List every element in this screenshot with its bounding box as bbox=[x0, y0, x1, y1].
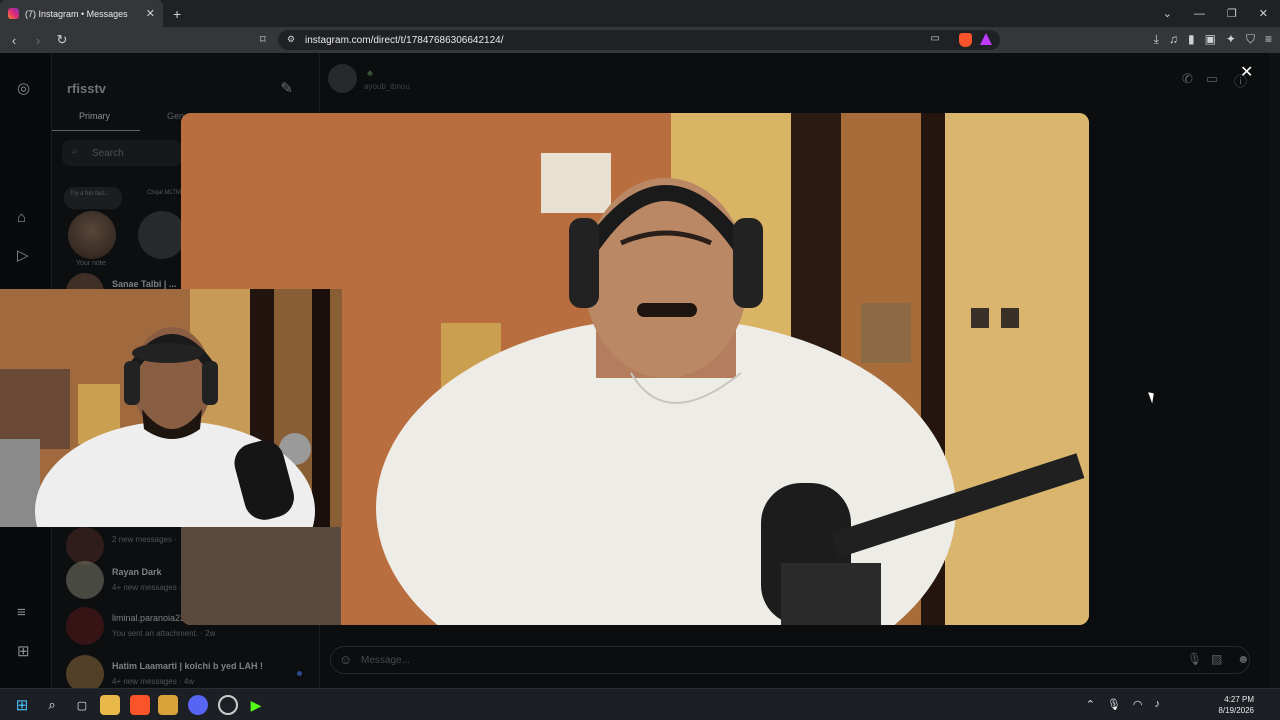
wifi-icon[interactable]: ◠ bbox=[1133, 698, 1143, 711]
scrollbar[interactable] bbox=[1269, 53, 1280, 688]
task-view-icon[interactable]: ▢ bbox=[72, 695, 92, 715]
clock[interactable]: 4:27 PM 8/19/2026 bbox=[1218, 694, 1254, 716]
menu-icon[interactable]: ≡ bbox=[1265, 32, 1272, 47]
note-bubble[interactable]: Try a fun fact... bbox=[64, 187, 122, 209]
compose-icon[interactable]: ✎ bbox=[280, 79, 293, 97]
self-video-frame bbox=[0, 289, 342, 527]
microphone-icon[interactable]: 🎙 bbox=[1107, 698, 1121, 711]
forward-icon[interactable]: › bbox=[28, 33, 48, 48]
image-icon[interactable]: ▨ bbox=[1211, 652, 1222, 666]
leo-ai-icon[interactable]: ✦ bbox=[1226, 32, 1236, 47]
reels-icon[interactable]: ▷ bbox=[17, 246, 29, 264]
brave-browser-icon[interactable] bbox=[130, 695, 150, 715]
tab-title: (7) Instagram • Messages bbox=[25, 8, 128, 19]
note-label: Your note bbox=[76, 260, 106, 267]
list-item[interactable]: Hatim Laamarti | kolchi b yed LAH ! 4+ n… bbox=[52, 653, 320, 688]
media-player-icon[interactable] bbox=[158, 695, 178, 715]
downloads-icon[interactable]: ⤓ bbox=[1154, 32, 1159, 47]
start-icon[interactable]: ⊞ bbox=[12, 695, 32, 715]
back-icon[interactable]: ‹ bbox=[4, 33, 24, 48]
avatar bbox=[66, 607, 104, 645]
browser-toolbar: ‹ › ↻ ⌑ ⚙ instagram.com/direct/t/1784768… bbox=[0, 27, 1280, 53]
search-placeholder: Search bbox=[92, 147, 124, 159]
message-placeholder: Message... bbox=[361, 654, 410, 666]
address-bar[interactable]: ⌑ ⚙ instagram.com/direct/t/1784768630664… bbox=[260, 30, 1000, 50]
vpn-icon[interactable]: ⛉ bbox=[1246, 32, 1255, 47]
avatar bbox=[66, 561, 104, 599]
maximize-icon[interactable]: ❐ bbox=[1227, 7, 1237, 20]
windows-taskbar: ⊞ ⌕ ▢ ▶ ⌃ 🎙 ◠ ♪ 4:27 PM 8/19/2026 bbox=[0, 688, 1280, 720]
close-window-icon[interactable]: ✕ bbox=[1259, 7, 1268, 20]
message-input[interactable]: ☺ Message... 🎙 ▨ ☻ bbox=[330, 646, 1250, 674]
conversation-name: Sanae Talbi | ... bbox=[112, 279, 177, 289]
new-tab-button[interactable]: + bbox=[173, 6, 181, 22]
more-menu-icon[interactable]: ≡ bbox=[17, 604, 26, 621]
url-text: instagram.com/direct/t/17847686306642124… bbox=[305, 34, 504, 46]
browser-tab[interactable]: (7) Instagram • Messages ✕ bbox=[0, 0, 163, 27]
bookmark-icon[interactable]: ⌑ bbox=[260, 33, 266, 46]
cast-icon[interactable]: ▭ bbox=[931, 33, 940, 44]
instagram-logo-icon[interactable]: ◎ bbox=[17, 79, 30, 97]
reload-icon[interactable]: ↻ bbox=[52, 32, 72, 48]
conversation-subtitle: 2 new messages · bbox=[112, 535, 177, 544]
sidebar-icon[interactable]: ▮ bbox=[1188, 32, 1195, 47]
close-icon[interactable]: ✕ bbox=[1240, 62, 1253, 82]
video-call-icon[interactable]: ▭ bbox=[1206, 71, 1218, 87]
conversation-subtitle: You sent an attachment. · 2w bbox=[112, 629, 216, 638]
avatar[interactable] bbox=[328, 64, 357, 93]
obs-icon[interactable] bbox=[218, 695, 238, 715]
window-controls: ⌄ — ❐ ✕ bbox=[1163, 0, 1280, 27]
toolbar-actions: ⤓ ♫ ▮ ▣ ✦ ⛉ ≡ bbox=[1154, 32, 1272, 47]
sticker-icon[interactable]: ☻ bbox=[1237, 652, 1250, 666]
kick-icon[interactable]: ▶ bbox=[246, 695, 266, 715]
brave-rewards-icon[interactable] bbox=[980, 33, 992, 45]
unread-dot bbox=[297, 671, 302, 676]
self-video[interactable] bbox=[0, 289, 342, 527]
conversation-name: liminal.paranoia23 bbox=[112, 613, 186, 623]
conversation-name: Rayan Dark bbox=[112, 567, 162, 577]
wallet-icon[interactable]: ▣ bbox=[1205, 32, 1216, 47]
account-username[interactable]: rfisstv bbox=[67, 81, 106, 96]
apps-icon[interactable]: ⊞ bbox=[17, 642, 30, 660]
avatar bbox=[66, 655, 104, 688]
system-tray: ⌃ 🎙 ◠ ♪ bbox=[1086, 698, 1160, 711]
emoji-icon[interactable]: ☺ bbox=[339, 652, 352, 667]
instagram-favicon-icon bbox=[8, 8, 19, 19]
search-icon: ⌕ bbox=[72, 146, 78, 157]
volume-icon[interactable]: ♪ bbox=[1155, 698, 1161, 711]
media-icon[interactable]: ♫ bbox=[1169, 32, 1178, 47]
tab-underline bbox=[52, 130, 140, 131]
verified-icon: ♣ bbox=[367, 68, 373, 78]
chevron-up-icon[interactable]: ⌃ bbox=[1086, 698, 1095, 711]
brave-shields-icon[interactable] bbox=[959, 33, 972, 47]
file-explorer-icon[interactable] bbox=[100, 695, 120, 715]
conversation-subtitle: 4+ new messages · 4w bbox=[112, 677, 195, 686]
discord-icon[interactable] bbox=[188, 695, 208, 715]
avatar[interactable] bbox=[68, 211, 116, 259]
tab-search-icon[interactable]: ⌄ bbox=[1163, 7, 1172, 20]
avatar[interactable] bbox=[138, 211, 186, 259]
search-icon[interactable]: ⌕ bbox=[42, 695, 62, 715]
contact-handle[interactable]: ayoub_ibnou bbox=[364, 82, 410, 91]
tab-close-icon[interactable]: ✕ bbox=[146, 7, 155, 20]
clock-time: 4:27 PM bbox=[1224, 695, 1254, 704]
call-icon[interactable]: ✆ bbox=[1182, 71, 1193, 87]
minimize-icon[interactable]: — bbox=[1194, 8, 1205, 20]
tab-primary[interactable]: Primary bbox=[79, 111, 110, 121]
search-input[interactable]: ⌕ Search bbox=[62, 140, 182, 166]
microphone-icon[interactable]: 🎙 bbox=[1187, 652, 1202, 666]
home-icon[interactable]: ⌂ bbox=[17, 209, 26, 226]
clock-date: 8/19/2026 bbox=[1218, 706, 1254, 715]
site-info-icon[interactable]: ⚙ bbox=[287, 34, 295, 45]
conversation-name: Hatim Laamarti | kolchi b yed LAH ! bbox=[112, 661, 264, 671]
browser-tabbar: (7) Instagram • Messages ✕ + ⌄ — ❐ ✕ bbox=[0, 0, 1280, 27]
